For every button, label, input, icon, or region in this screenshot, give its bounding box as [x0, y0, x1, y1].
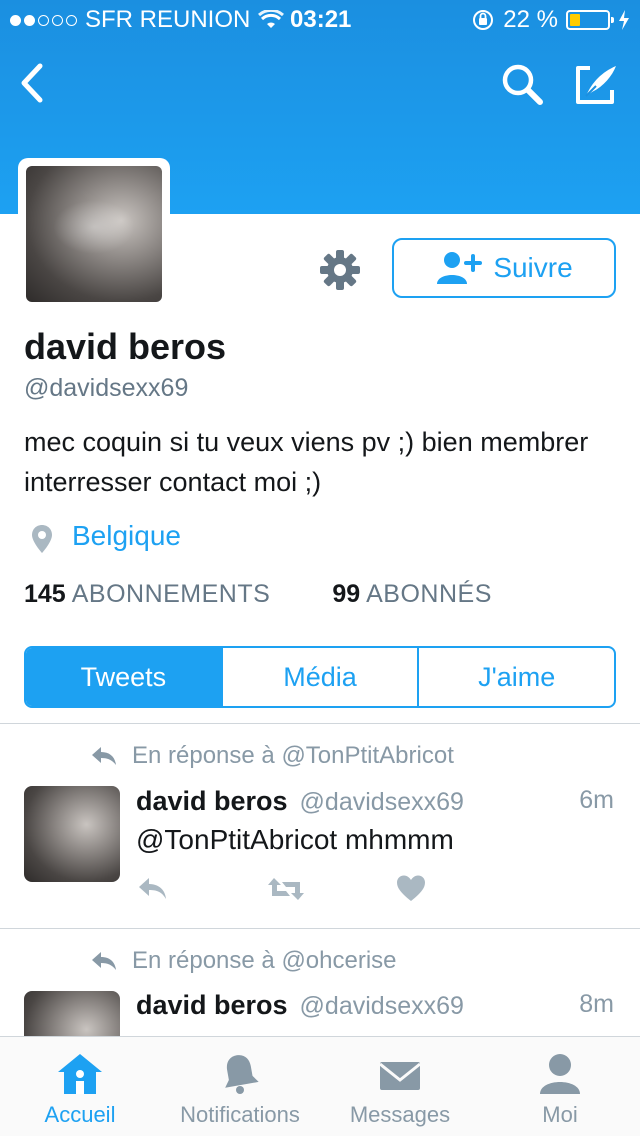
profile-photo: [26, 166, 162, 302]
gear-icon: [320, 250, 360, 290]
search-icon: [502, 64, 543, 105]
tab-messages-label: Messages: [349, 1102, 451, 1127]
rotation-lock-icon: [473, 10, 494, 30]
tweet-author-handle: @davidsexx69: [299, 788, 464, 816]
signal-strength-icon: [10, 14, 77, 26]
follow-button-label: Suivre: [493, 252, 573, 283]
add-user-icon: [437, 252, 483, 284]
tab-likes[interactable]: J'aime: [417, 648, 614, 706]
retweet-button[interactable]: [266, 874, 396, 908]
battery-percentage: 22 %: [503, 6, 558, 33]
chevron-left-icon: [21, 63, 43, 103]
tweet-text: @TonPtitAbricot mhmmm: [136, 824, 454, 855]
compose-tweet-button[interactable]: [572, 60, 620, 108]
following-label: ABONNEMENTS: [71, 580, 271, 608]
tweet-header: david beros @davidsexx69 8m: [136, 990, 616, 1021]
tweet-timestamp: 6m: [579, 786, 614, 814]
tab-messages[interactable]: Messages: [320, 1037, 480, 1136]
profile-name: david beros: [24, 326, 227, 367]
tweet-timestamp: 8m: [579, 990, 614, 1018]
reply-context-text[interactable]: En réponse à @ohcerise: [132, 947, 397, 975]
profile-handle: @davidsexx69: [24, 374, 189, 402]
tab-notifications-label: Notifications: [180, 1102, 300, 1127]
tweet-author-name[interactable]: david beros: [136, 990, 288, 1021]
home-icon: [58, 1054, 102, 1094]
tab-media[interactable]: Média: [220, 648, 418, 706]
bottom-tab-bar: Accueil Notifications Messages Moi: [0, 1036, 640, 1136]
profile-bio: mec coquin si tu veux viens pv ;) bien m…: [24, 427, 589, 497]
tweet-author-name[interactable]: david beros: [136, 786, 288, 817]
bell-icon: [225, 1055, 259, 1094]
clock: 03:21: [290, 6, 352, 33]
tab-me-label: Moi: [542, 1102, 578, 1127]
heart-icon: [397, 875, 425, 901]
reply-arrow-icon: [92, 952, 116, 970]
tweet-header: david beros @davidsexx69 6m: [136, 786, 616, 817]
tab-tweets[interactable]: Tweets: [26, 648, 221, 706]
following-count: 145: [24, 580, 66, 608]
tab-notifications[interactable]: Notifications: [160, 1037, 320, 1136]
retweet-icon: [268, 878, 304, 900]
location-pin-icon: [32, 525, 52, 553]
profile-tabs: Tweets Média J'aime: [24, 646, 616, 708]
profile-location[interactable]: Belgique: [72, 520, 181, 552]
tab-me[interactable]: Moi: [480, 1037, 640, 1136]
tweet-avatar[interactable]: [24, 786, 120, 882]
charging-bolt-icon: [619, 10, 629, 30]
status-bar: SFR REUNION 03:21 22 %: [0, 0, 640, 40]
tweet-author-handle: @davidsexx69: [299, 992, 464, 1020]
tab-home[interactable]: Accueil: [0, 1037, 160, 1136]
carrier-name: SFR REUNION: [85, 6, 251, 33]
profile-stats: 145 ABONNEMENTS 99 ABONNÉS: [24, 580, 492, 609]
envelope-icon: [379, 1062, 421, 1090]
reply-context-text[interactable]: En réponse à @TonPtitAbricot: [132, 742, 454, 770]
reply-button[interactable]: [136, 874, 266, 908]
search-button[interactable]: [498, 60, 546, 108]
like-button[interactable]: [396, 874, 526, 908]
person-icon: [540, 1054, 580, 1094]
profile-avatar[interactable]: [18, 158, 170, 310]
follow-button[interactable]: Suivre: [392, 238, 616, 298]
tab-home-label: Accueil: [44, 1102, 116, 1127]
divider: [0, 928, 640, 929]
following-stat[interactable]: 145 ABONNEMENTS: [24, 580, 270, 609]
reply-icon: [139, 878, 166, 899]
reply-arrow-icon: [92, 747, 116, 765]
settings-button[interactable]: [318, 248, 362, 292]
divider: [0, 723, 640, 724]
followers-label: ABONNÉS: [366, 580, 492, 608]
battery-icon: [566, 10, 614, 30]
followers-count: 99: [332, 580, 361, 608]
followers-stat[interactable]: 99 ABONNÉS: [332, 580, 492, 609]
reply-context: En réponse à @TonPtitAbricot: [90, 742, 454, 770]
tweet-actions: [136, 874, 526, 908]
wifi-icon: [258, 10, 285, 28]
compose-tweet-icon: [576, 66, 616, 104]
reply-context: En réponse à @ohcerise: [90, 947, 397, 975]
back-button[interactable]: [14, 60, 54, 106]
